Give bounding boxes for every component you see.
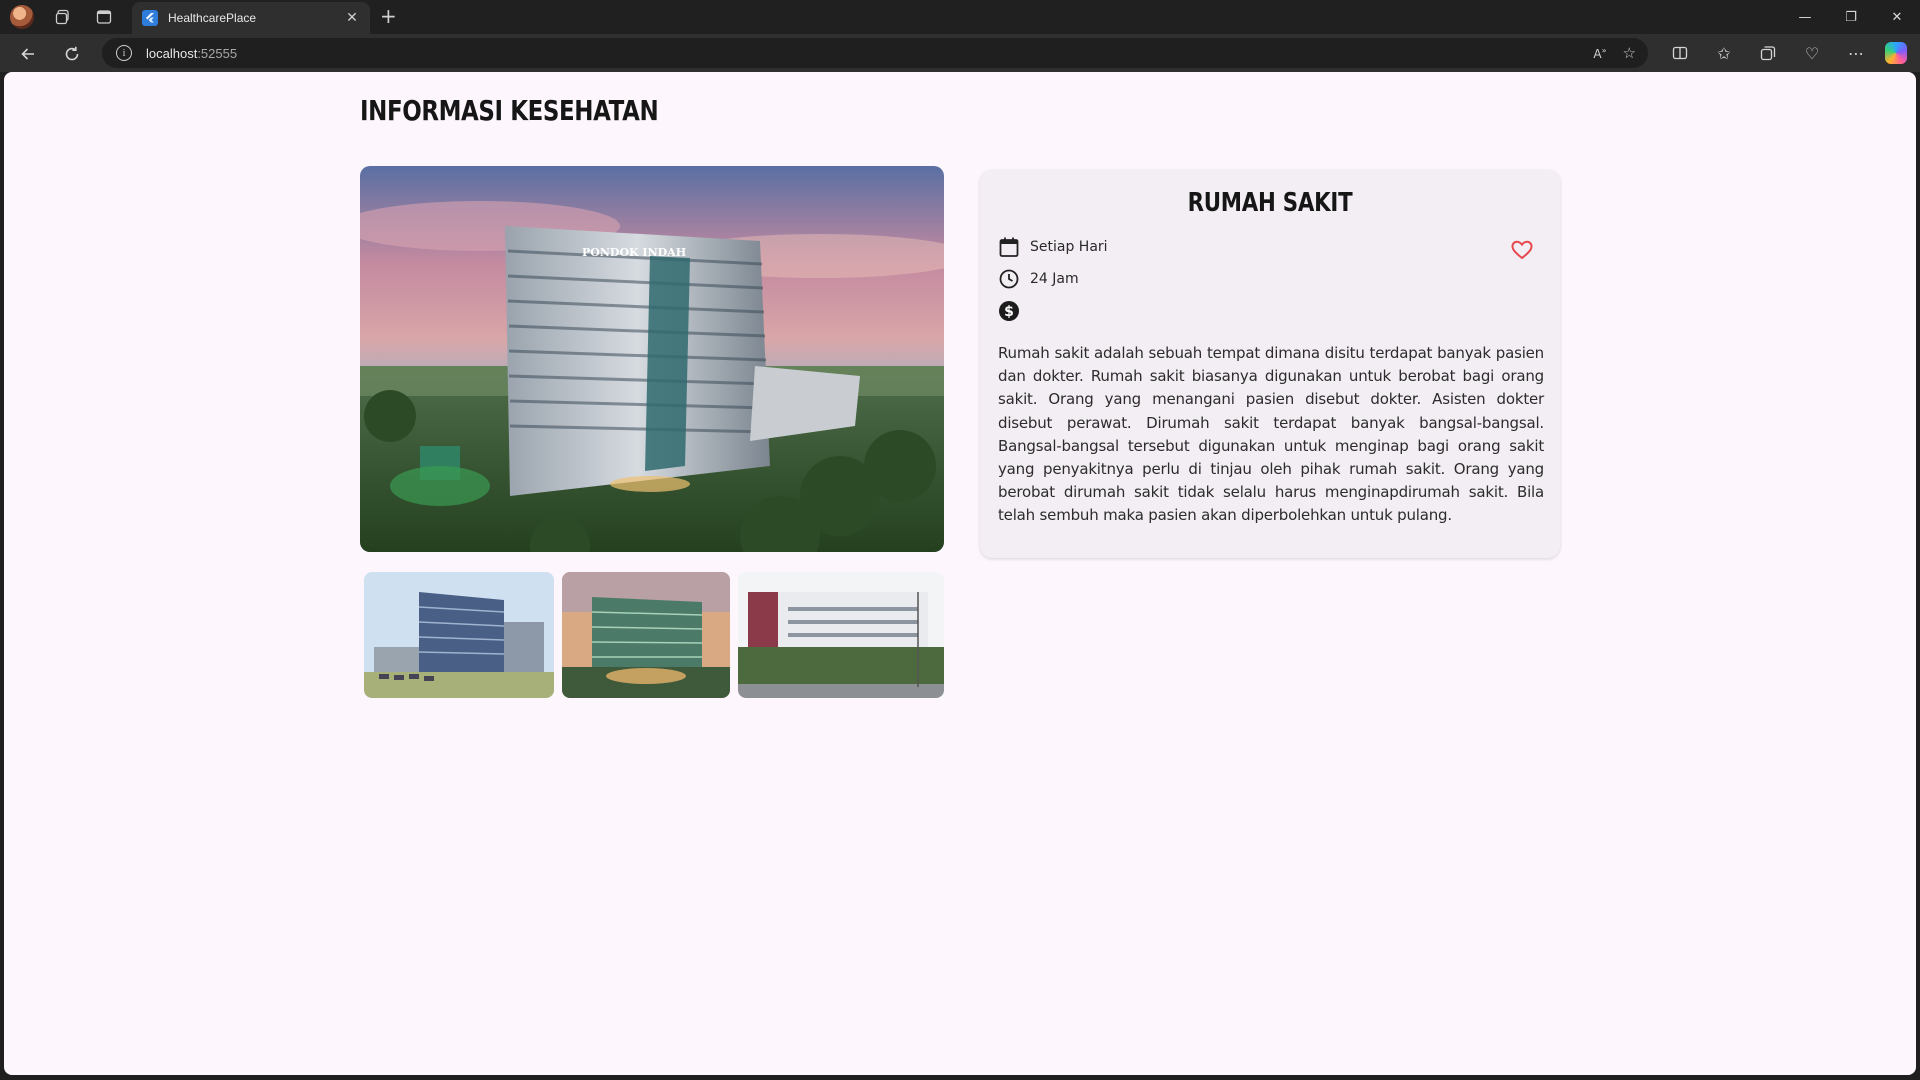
browser-tab-bar: HealthcarePlace ✕ + — ❐ ✕ <box>0 0 1920 34</box>
main-hospital-image: PONDOK INDAH <box>360 166 944 552</box>
minimize-icon[interactable]: — <box>1782 0 1828 34</box>
profile-avatar[interactable] <box>10 5 34 29</box>
heart-icon[interactable] <box>1510 238 1534 262</box>
schedule-hours-row: 24 Jam <box>998 268 1079 290</box>
url-text: localhost:52555 <box>146 46 237 61</box>
detail-card: RUMAH SAKIT Setiap Hari 24 Jam $ Rumah s… <box>980 170 1560 558</box>
card-title: RUMAH SAKIT <box>1187 188 1353 218</box>
close-tab-icon[interactable]: ✕ <box>344 10 360 26</box>
schedule-days-text: Setiap Hari <box>1030 239 1108 255</box>
url-host: localhost <box>146 45 198 61</box>
copilot-icon[interactable] <box>1885 42 1907 64</box>
close-window-icon[interactable]: ✕ <box>1874 0 1920 34</box>
thumbnail-image-1[interactable] <box>364 572 554 698</box>
reload-icon[interactable] <box>58 40 86 68</box>
site-info-icon[interactable]: i <box>116 45 132 61</box>
description-text: Rumah sakit adalah sebuah tempat dimana … <box>998 344 1544 525</box>
more-menu-icon[interactable]: ⋯ <box>1842 39 1870 67</box>
schedule-days-row: Setiap Hari <box>998 236 1108 258</box>
calendar-icon <box>998 236 1020 258</box>
flutter-favicon-icon <box>142 10 158 26</box>
tab-title: HealthcarePlace <box>168 11 257 25</box>
clock-icon <box>998 268 1020 290</box>
svg-text:$: $ <box>1004 304 1014 320</box>
dollar-icon: $ <box>998 300 1020 322</box>
price-row: $ <box>998 300 1030 322</box>
browser-essentials-icon[interactable]: ♡ <box>1798 39 1826 67</box>
schedule-hours-text: 24 Jam <box>1030 271 1079 287</box>
split-screen-icon[interactable] <box>1666 39 1694 67</box>
page-title: INFORMASI KESEHATAN <box>360 94 659 127</box>
restore-icon[interactable]: ❐ <box>1828 0 1874 34</box>
svg-text:PONDOK INDAH: PONDOK INDAH <box>582 246 686 259</box>
read-aloud-icon[interactable]: A» <box>1593 46 1606 61</box>
workspaces-icon[interactable] <box>50 4 76 30</box>
thumbnail-image-2[interactable] <box>562 572 730 698</box>
favorite-star-icon[interactable]: ☆ <box>1623 44 1636 62</box>
collections-icon[interactable] <box>1754 39 1782 67</box>
vertical-tabs-icon[interactable] <box>91 4 117 30</box>
thumbnail-image-3[interactable] <box>738 572 944 698</box>
url-port: :52555 <box>197 45 238 61</box>
favorite-button[interactable] <box>1510 238 1534 262</box>
back-icon[interactable] <box>14 40 42 68</box>
address-bar: i localhost:52555 A» ☆ ✩ ♡ ⋯ <box>0 34 1920 72</box>
page-viewport: INFORMASI KESEHATAN PONDOK INDAH RUMAH S… <box>4 72 1916 1075</box>
favorites-icon[interactable]: ✩ <box>1710 39 1738 67</box>
url-field[interactable]: i localhost:52555 A» ☆ <box>102 38 1648 68</box>
new-tab-icon[interactable]: + <box>380 4 397 28</box>
active-tab[interactable]: HealthcarePlace ✕ <box>132 2 370 34</box>
